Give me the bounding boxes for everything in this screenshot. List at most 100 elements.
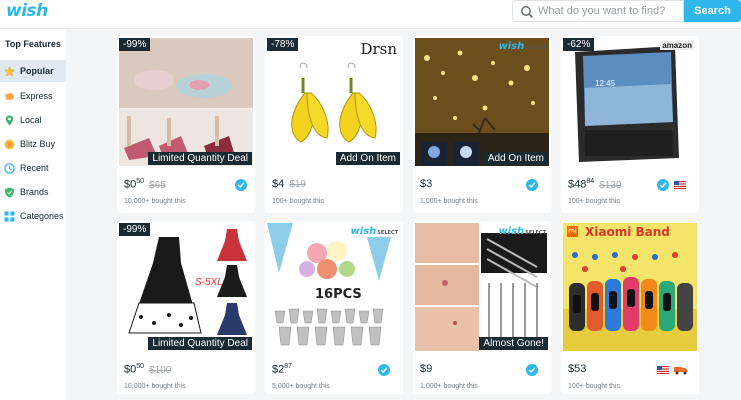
sidebar: Top Features Popular Express Local Blitz…: [0, 29, 66, 400]
badge-sub: SELECT: [525, 45, 546, 51]
location-pin-icon: [5, 114, 14, 126]
bought-count: 5,000+ bought this: [272, 383, 330, 390]
amazon-badge: amazon: [660, 41, 694, 50]
bought-count: 100+ bought this: [568, 383, 620, 390]
price-cents: 87: [284, 363, 293, 370]
sidebar-item-express[interactable]: Express: [0, 85, 66, 107]
sidebar-item-recent[interactable]: Recent: [0, 157, 66, 179]
price: $3: [420, 178, 432, 190]
price-cents: 50: [136, 363, 145, 370]
product-image[interactable]: wishSELECT Almost Gone!: [415, 223, 549, 351]
bought-count: 1,000+ bought this: [420, 198, 478, 205]
price: $050 $65: [124, 178, 166, 191]
search-input[interactable]: [538, 3, 678, 19]
product-image[interactable]: Drsn -78% Add On Item: [267, 38, 401, 166]
deal-tag: Limited Quantity Deal: [148, 337, 252, 350]
verified-badge-icon: [378, 364, 390, 376]
price-value: $53: [568, 363, 587, 375]
product-card[interactable]: -99% Limited Quantity Deal $050 $65 10,0…: [117, 36, 255, 213]
sidebar-item-label: Popular: [20, 66, 54, 76]
badge-brand: wish: [498, 41, 525, 52]
wish-select-badge: wishSELECT: [499, 41, 546, 52]
price-value: $0: [124, 363, 137, 376]
product-card[interactable]: 12:45 amazon -62% $4884 $130 100+ bought…: [561, 36, 699, 213]
product-card[interactable]: wishSELECT Almost Gone! $9 1,000+ bought…: [413, 221, 551, 394]
verified-badge-icon: [235, 179, 247, 191]
bought-count: 100+ bought this: [568, 198, 620, 205]
bought-count: 1,000+ bought this: [420, 383, 478, 390]
price: $050 $100: [124, 363, 171, 376]
badge-sub: SELECT: [377, 230, 398, 236]
svg-text:12:45: 12:45: [595, 79, 616, 88]
original-price: $130: [599, 179, 622, 191]
brand-text: Drsn: [360, 40, 397, 58]
sidebar-item-popular[interactable]: Popular: [0, 60, 66, 82]
price-value: $48: [568, 178, 587, 191]
price: $4 $19: [272, 178, 306, 190]
sidebar-item-local[interactable]: Local: [0, 109, 66, 131]
deal-tag: Add On Item: [335, 152, 400, 165]
discount-badge: -99%: [119, 38, 151, 51]
product-image[interactable]: wishSELECT Add On Item: [415, 38, 549, 166]
product-image[interactable]: S-5XL -99% Limited Quantity Deal: [119, 223, 253, 351]
product-card[interactable]: 16PCS wishSELECT $287 5,000+ bought this: [265, 221, 403, 394]
price-value: $9: [420, 363, 433, 375]
badge-brand: wish: [498, 226, 525, 237]
verified-badge-icon: [657, 179, 669, 191]
product-image[interactable]: -99% Limited Quantity Deal: [119, 38, 253, 166]
product-card[interactable]: mi Xiaomi Band $53 100+ bought this: [561, 221, 699, 394]
sidebar-item-label: Categories: [20, 211, 64, 221]
search-box[interactable]: [512, 0, 684, 22]
grid-icon: [4, 210, 15, 222]
product-image[interactable]: 12:45 amazon -62%: [563, 38, 697, 166]
product-image[interactable]: mi Xiaomi Band: [563, 223, 697, 351]
bought-count: 10,000+ bought this: [124, 383, 186, 390]
price-value: $3: [420, 178, 433, 190]
star-icon: [4, 65, 15, 77]
search-bar: Search: [512, 0, 741, 23]
sidebar-item-blitz-buy[interactable]: Blitz Buy: [0, 133, 66, 155]
sidebar-item-label: Blitz Buy: [20, 139, 56, 149]
price-cents: 50: [136, 178, 145, 185]
discount-badge: -99%: [119, 223, 151, 236]
product-card[interactable]: wishSELECT Add On Item $3 1,000+ bought …: [413, 36, 551, 213]
product-card[interactable]: S-5XL -99% Limited Quantity Deal $050 $1…: [117, 221, 255, 394]
sidebar-item-label: Brands: [20, 187, 49, 197]
price: $9: [420, 363, 432, 375]
bought-count: 10,000+ bought this: [124, 198, 186, 205]
shield-icon: [4, 186, 15, 198]
search-icon: [521, 6, 534, 19]
truck-icon: [674, 367, 688, 375]
price-value: $4: [272, 178, 285, 190]
product-card[interactable]: Drsn -78% Add On Item $4 $19 100+ bought…: [265, 36, 403, 213]
original-price: $19: [289, 179, 306, 190]
search-button[interactable]: Search: [684, 0, 741, 22]
sidebar-item-label: Recent: [20, 163, 49, 173]
top-bar: wish Search: [0, 0, 741, 29]
verified-badge-icon: [526, 179, 538, 191]
deal-tag: Add On Item: [483, 152, 548, 165]
badge-sub: SELECT: [525, 230, 546, 236]
sidebar-item-brands[interactable]: Brands: [0, 181, 66, 203]
price-cents: 84: [586, 178, 595, 185]
discount-badge: -78%: [267, 38, 299, 51]
bought-count: 100+ bought this: [272, 198, 324, 205]
pcs-text: 16PCS: [315, 287, 362, 302]
price: $53: [568, 363, 586, 375]
price: $287: [272, 363, 292, 376]
wish-select-badge: wishSELECT: [499, 226, 546, 237]
deal-tag: Limited Quantity Deal: [148, 152, 252, 165]
original-price: $65: [149, 179, 166, 191]
price-value: $2: [272, 363, 285, 376]
sidebar-item-categories[interactable]: Categories: [0, 205, 66, 227]
verified-badge-icon: [526, 364, 538, 376]
badge-brand: wish: [350, 226, 377, 237]
original-price: $100: [149, 364, 172, 376]
wish-logo[interactable]: wish: [6, 1, 48, 21]
price-value: $0: [124, 178, 137, 191]
product-image[interactable]: 16PCS wishSELECT: [267, 223, 401, 351]
xiaomi-band-text: Xiaomi Band: [585, 225, 670, 239]
clock-icon: [4, 162, 15, 174]
us-flag-icon: [657, 366, 669, 374]
deal-tag: Almost Gone!: [479, 337, 548, 350]
